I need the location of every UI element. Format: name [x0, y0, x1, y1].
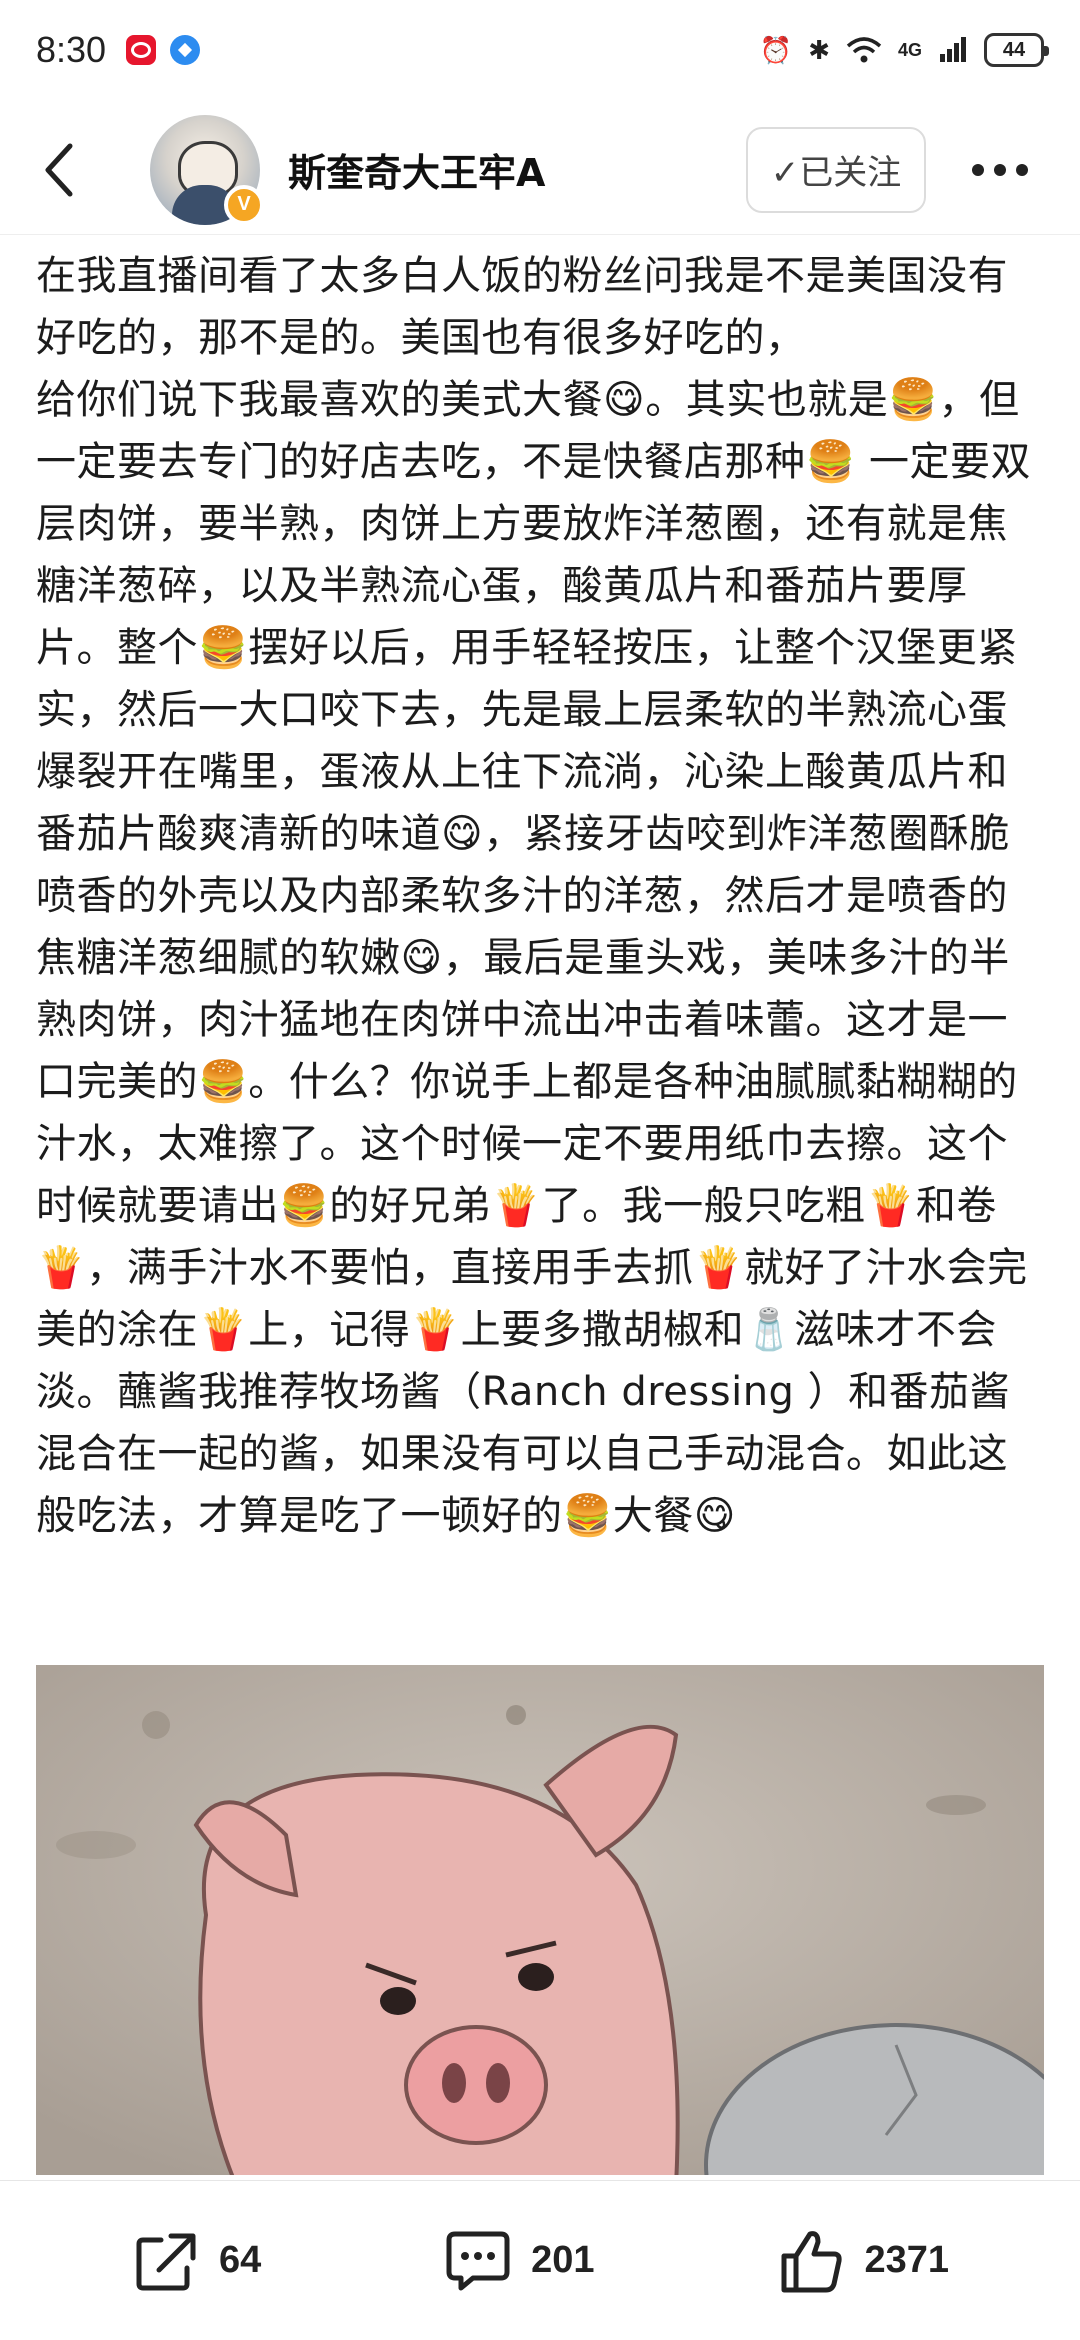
network-type-label: 4G — [897, 39, 922, 60]
username[interactable]: 斯奎奇大王牢A — [288, 142, 545, 197]
post-header: V 斯奎奇大王牢A ✓已关注 — [0, 105, 1080, 235]
back-button[interactable] — [30, 130, 90, 210]
more-dots-icon — [1016, 163, 1028, 176]
post-image[interactable] — [36, 1665, 1044, 2175]
more-dots-icon — [994, 163, 1006, 176]
bluetooth-icon: ✱ — [808, 34, 830, 65]
more-dots-icon — [972, 163, 984, 176]
share-icon — [136, 2233, 196, 2290]
verified-badge-icon: V — [224, 184, 264, 225]
status-bar: 8:30 ⏰ ✱ 4G 44 — [0, 0, 1080, 100]
share-button[interactable]: 64 — [131, 2226, 261, 2296]
back-arrow-icon — [45, 143, 73, 196]
status-indicators: ⏰ ✱ 4G 44 — [759, 33, 1049, 67]
share-count: 64 — [218, 2239, 262, 2281]
cartoon-pig-image — [36, 1665, 1044, 2175]
battery-level: 44 — [1002, 38, 1026, 61]
post-body-text: 在我直播间看了太多白人饭的粉丝问我是不是美国没有好吃的，那不是的。美国也有很多好… — [36, 253, 1032, 1539]
wifi-icon — [846, 37, 882, 63]
more-button[interactable] — [950, 130, 1050, 210]
like-count: 2371 — [864, 2239, 950, 2281]
comment-count: 201 — [531, 2239, 595, 2281]
navigation-notification-icon — [170, 35, 201, 65]
alarm-icon: ⏰ — [759, 34, 793, 65]
avatar[interactable]: V — [150, 114, 264, 225]
follow-button[interactable]: ✓已关注 — [746, 126, 926, 213]
like-button[interactable]: 2371 — [776, 2226, 949, 2296]
weibo-notification-icon — [126, 35, 157, 65]
status-time: 8:30 — [36, 29, 107, 70]
signal-icon — [940, 37, 966, 62]
thumbs-up-icon — [781, 2230, 843, 2292]
comment-icon — [446, 2231, 510, 2290]
bottom-action-bar: 64 201 2371 — [0, 2180, 1080, 2340]
comment-button[interactable]: 201 — [443, 2226, 595, 2296]
follow-button-label: ✓已关注 — [770, 153, 902, 193]
battery-icon: 44 — [984, 33, 1049, 67]
